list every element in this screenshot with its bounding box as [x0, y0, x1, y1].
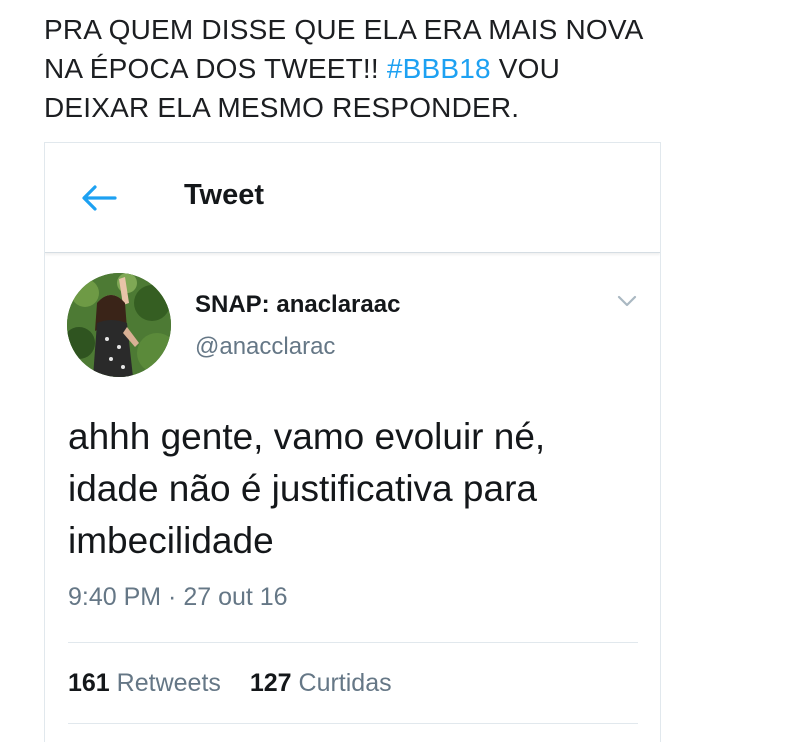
divider	[68, 642, 638, 643]
tweet-stats: 161 Retweets 127 Curtidas	[68, 669, 414, 698]
avatar-image	[67, 273, 171, 377]
likes-count-link[interactable]: 127 Curtidas	[250, 669, 392, 697]
tweet-header-bar: Tweet	[45, 143, 660, 253]
divider	[68, 723, 638, 724]
caption-line-3: DEIXAR ELA MESMO RESPONDER.	[44, 92, 520, 123]
arrow-left-icon[interactable]	[79, 181, 119, 215]
tweet-text-line: imbecilidade	[68, 520, 274, 561]
tweet-timestamp[interactable]: 9:40 PM · 27 out 16	[68, 583, 288, 612]
post-caption: PRA QUEM DISSE QUE ELA ERA MAIS NOVA NA …	[44, 10, 764, 127]
caption-line-2-start: NA ÉPOCA DOS TWEET!!	[44, 53, 387, 84]
caption-line-1: PRA QUEM DISSE QUE ELA ERA MAIS NOVA	[44, 14, 644, 45]
tweet-text: ahhh gente, vamo evoluir né, idade não é…	[68, 411, 648, 567]
hashtag-link[interactable]: #BBB18	[387, 53, 491, 84]
chevron-down-icon[interactable]	[616, 293, 638, 309]
likes-count: 127	[249, 669, 292, 697]
likes-label: Curtidas	[298, 669, 392, 697]
tweet-text-line: idade não é justificativa para	[68, 468, 537, 509]
retweets-count: 161	[68, 669, 110, 697]
caption-line-2-end: VOU	[490, 53, 561, 84]
retweets-label: Retweets	[116, 669, 221, 697]
caption-line-2: NA ÉPOCA DOS TWEET!! #BBB18 VOU	[44, 49, 764, 88]
display-name[interactable]: SNAP: anaclaraac	[195, 291, 400, 319]
tweet-screenshot-card: Tweet SNAP: anaclaraac @anacclarac ahhh …	[44, 142, 661, 742]
tweet-text-line: ahhh gente, vamo evoluir né,	[68, 416, 546, 457]
retweets-count-link[interactable]: 161 Retweets	[68, 669, 221, 697]
user-handle[interactable]: @anacclarac	[195, 333, 335, 361]
avatar[interactable]	[67, 273, 171, 377]
page-title: Tweet	[184, 179, 265, 211]
